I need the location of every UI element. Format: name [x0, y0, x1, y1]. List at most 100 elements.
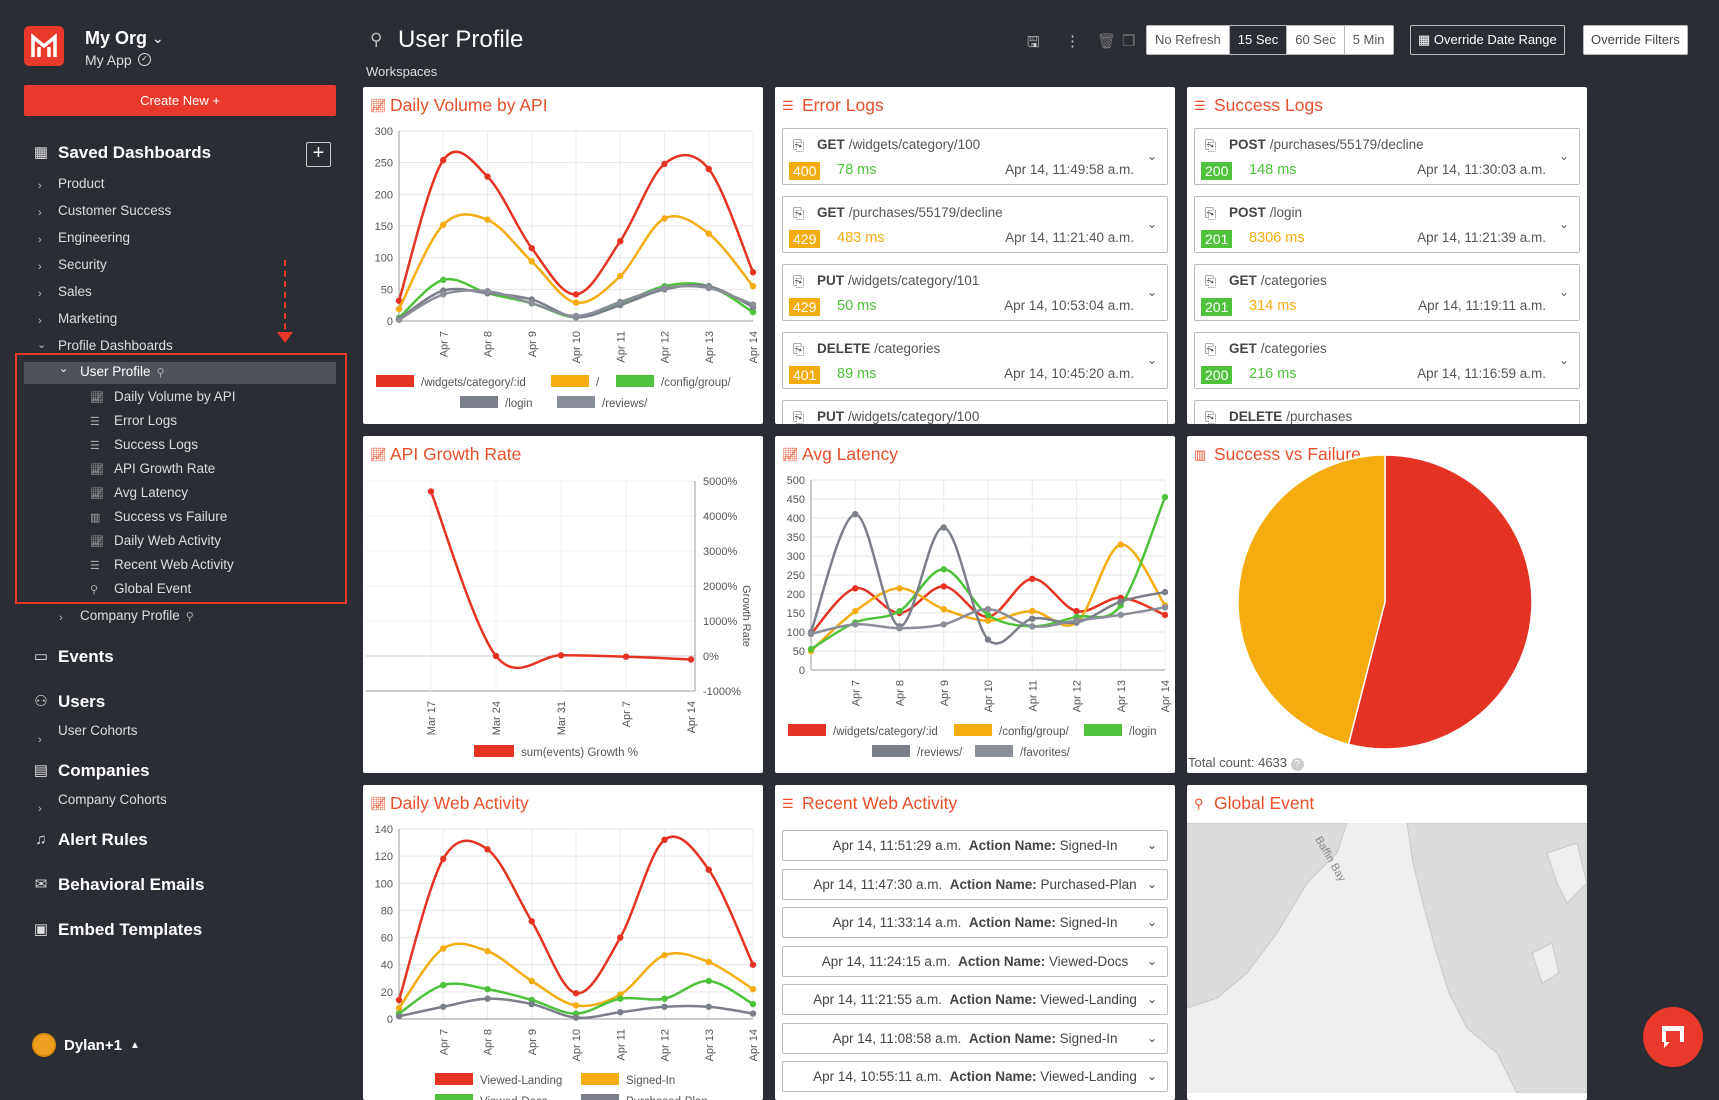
- chevron-down-icon[interactable]: ⌄: [1559, 353, 1569, 367]
- nav-embed-templates[interactable]: Embed Templates: [58, 920, 202, 940]
- sidebar-item-company-profile[interactable]: Company Profile ⚲: [80, 608, 194, 623]
- log-item[interactable]: ⎘ POST/login 201 8306 ms Apr 14, 11:21:39 a.…: [1194, 196, 1580, 253]
- web-activity-item[interactable]: Apr 14, 11:24:15 a.m. Action Name: Viewe…: [782, 945, 1168, 977]
- sidebar-subitem-success-logs[interactable]: Success Logs: [114, 437, 198, 452]
- chevron-right-icon[interactable]: ›: [38, 180, 42, 192]
- chevron-down-icon[interactable]: ⌄: [1559, 217, 1569, 231]
- web-activity-item[interactable]: Apr 14, 11:08:58 a.m. Action Name: Signe…: [782, 1022, 1168, 1054]
- web-activity-item[interactable]: Apr 14, 10:55:11 a.m. Action Name: Viewe…: [782, 1061, 1168, 1092]
- more-vertical-icon[interactable]: ⋮: [1065, 32, 1080, 50]
- web-activity-item[interactable]: Apr 14, 11:51:29 a.m. Action Name: Signe…: [782, 830, 1168, 861]
- chevron-down-icon[interactable]: ⌄: [1147, 831, 1157, 860]
- card-title-recent-web[interactable]: Recent Web Activity: [802, 793, 957, 814]
- override-filters-button[interactable]: Override Filters: [1583, 25, 1688, 55]
- chevron-down-icon[interactable]: ⌄: [1147, 149, 1157, 163]
- log-item[interactable]: ⎘ DELETE/categories 401 89 ms Apr 14, 10:45:…: [782, 332, 1168, 389]
- log-item[interactable]: ⎘ GET/categories 201 314 ms Apr 14, 11:19:11…: [1194, 264, 1580, 321]
- log-item[interactable]: ⎘ DELETE/purchases ⌄: [1194, 400, 1580, 424]
- sidebar-item-sales[interactable]: Sales: [58, 284, 92, 299]
- chevron-down-icon[interactable]: ⌄: [37, 338, 46, 351]
- save-icon[interactable]: 🖫︎: [1027, 32, 1040, 57]
- chevron-down-icon[interactable]: ⌄: [59, 362, 68, 375]
- nav-users[interactable]: Users: [58, 692, 105, 712]
- sidebar-subitem-api-growth[interactable]: API Growth Rate: [114, 461, 215, 476]
- sidebar-item-marketing[interactable]: Marketing: [58, 311, 117, 326]
- chevron-right-icon[interactable]: ›: [38, 207, 42, 219]
- nav-companies[interactable]: Companies: [58, 761, 150, 781]
- nav-events[interactable]: Events: [58, 647, 114, 667]
- workspaces-link[interactable]: Workspaces: [366, 64, 437, 79]
- card-title-success-logs[interactable]: Success Logs: [1214, 95, 1323, 116]
- chevron-down-icon[interactable]: ⌄: [1147, 908, 1157, 937]
- sidebar-subitem-recent-web[interactable]: Recent Web Activity: [114, 557, 234, 572]
- chevron-right-icon[interactable]: ›: [38, 261, 42, 273]
- chevron-down-icon[interactable]: ⌄: [1147, 353, 1157, 367]
- chat-button[interactable]: [1643, 1007, 1703, 1067]
- chevron-down-icon[interactable]: ⌄: [1147, 947, 1157, 976]
- org-name[interactable]: My Org: [85, 28, 147, 49]
- sidebar-subitem-error-logs[interactable]: Error Logs: [114, 413, 177, 428]
- sidebar-subitem-success-vs-failure[interactable]: Success vs Failure: [114, 509, 227, 524]
- sidebar-item-profile-dashboards[interactable]: Profile Dashboards: [58, 338, 173, 353]
- saved-dashboards-heading[interactable]: Saved Dashboards: [58, 143, 211, 163]
- sidebar-subitem-daily-web[interactable]: Daily Web Activity: [114, 533, 221, 548]
- sidebar-item-company-cohorts[interactable]: Company Cohorts: [58, 792, 167, 807]
- chevron-right-icon[interactable]: ›: [38, 734, 42, 746]
- chevron-down-icon[interactable]: ⌄: [1147, 1024, 1157, 1053]
- chevron-right-icon[interactable]: ›: [59, 612, 63, 624]
- chevron-down-icon[interactable]: ⌄: [1147, 985, 1157, 1014]
- app-name[interactable]: My App: [85, 52, 132, 68]
- sidebar-item-user-profile[interactable]: User Profile ⚲: [80, 364, 165, 379]
- override-date-range-button[interactable]: ▦ Override Date Range: [1410, 25, 1565, 55]
- sidebar-item-user-cohorts[interactable]: User Cohorts: [58, 723, 138, 738]
- create-new-button[interactable]: Create New +: [24, 85, 336, 116]
- copy-icon[interactable]: ❐: [1122, 32, 1135, 50]
- log-item[interactable]: ⎘ GET/categories 200 216 ms Apr 14, 11:16:59…: [1194, 332, 1580, 389]
- chevron-down-icon[interactable]: ⌄: [1147, 870, 1157, 899]
- chevron-down-icon[interactable]: ⌄: [1147, 1062, 1157, 1091]
- chevron-down-icon[interactable]: ⌄: [1147, 285, 1157, 299]
- nav-behavioral-emails[interactable]: Behavioral Emails: [58, 875, 204, 895]
- chevron-down-icon[interactable]: ⌄: [1147, 421, 1157, 424]
- sidebar-subitem-global-event[interactable]: Global Event: [114, 581, 191, 596]
- y-tick-label: 3000%: [703, 546, 737, 558]
- chevron-down-icon[interactable]: ⌄: [1559, 285, 1569, 299]
- card-title-global-event[interactable]: Global Event: [1214, 793, 1314, 814]
- sidebar-subitem-avg-latency[interactable]: Avg Latency: [114, 485, 188, 500]
- chevron-right-icon[interactable]: ›: [38, 234, 42, 246]
- app-logo[interactable]: [24, 26, 64, 66]
- log-item[interactable]: ⎘ POST/purchases/55179/decline 200 148 ms Ap…: [1194, 128, 1580, 185]
- refresh-option-5m[interactable]: 5 Min: [1345, 26, 1393, 54]
- sidebar-item-product[interactable]: Product: [58, 176, 105, 191]
- nav-alert-rules[interactable]: Alert Rules: [58, 830, 148, 850]
- chevron-right-icon[interactable]: ›: [38, 803, 42, 815]
- log-item[interactable]: ⎘ PUT/widgets/category/100 ⌄: [782, 400, 1168, 424]
- refresh-option-15s[interactable]: 15 Sec: [1229, 26, 1288, 54]
- add-dashboard-button[interactable]: +: [306, 142, 331, 167]
- web-activity-item[interactable]: Apr 14, 11:21:55 a.m. Action Name: Viewe…: [782, 984, 1168, 1015]
- web-activity-item[interactable]: Apr 14, 11:33:14 a.m. Action Name: Signe…: [782, 907, 1168, 938]
- chevron-down-icon[interactable]: ⌄: [1559, 421, 1569, 424]
- sidebar-item-security[interactable]: Security: [58, 257, 107, 272]
- sidebar-item-customer-success[interactable]: Customer Success: [58, 203, 171, 218]
- card-title-error-logs[interactable]: Error Logs: [802, 95, 884, 116]
- refresh-option-none[interactable]: No Refresh: [1147, 26, 1230, 54]
- log-item[interactable]: ⎘ GET/widgets/category/100 400 78 ms Apr 14,…: [782, 128, 1168, 185]
- help-icon[interactable]: ?: [1290, 758, 1304, 771]
- log-item[interactable]: ⎘ PUT/widgets/category/101 429 50 ms Apr 14,…: [782, 264, 1168, 321]
- log-item[interactable]: ⎘ GET/purchases/55179/decline 429 483 ms Apr…: [782, 196, 1168, 253]
- refresh-option-60s[interactable]: 60 Sec: [1287, 26, 1345, 54]
- refresh-selector[interactable]: No Refresh 15 Sec 60 Sec 5 Min: [1146, 25, 1394, 55]
- data-point: [940, 606, 947, 613]
- sidebar-item-engineering[interactable]: Engineering: [58, 230, 130, 245]
- user-menu[interactable]: Dylan+1 ▲: [32, 1033, 140, 1057]
- chevron-down-icon[interactable]: ⌄: [152, 30, 164, 47]
- chevron-down-icon[interactable]: ⌄: [1559, 149, 1569, 163]
- world-map[interactable]: Baffin Bay: [1187, 823, 1587, 1093]
- delete-icon[interactable]: 🗑︎: [1097, 32, 1116, 50]
- chevron-right-icon[interactable]: ›: [38, 288, 42, 300]
- sidebar-subitem-daily-volume[interactable]: Daily Volume by API: [114, 389, 236, 404]
- chevron-down-icon[interactable]: ⌄: [1147, 217, 1157, 231]
- chevron-right-icon[interactable]: ›: [38, 315, 42, 327]
- web-activity-item[interactable]: Apr 14, 11:47:30 a.m. Action Name: Purch…: [782, 868, 1168, 900]
